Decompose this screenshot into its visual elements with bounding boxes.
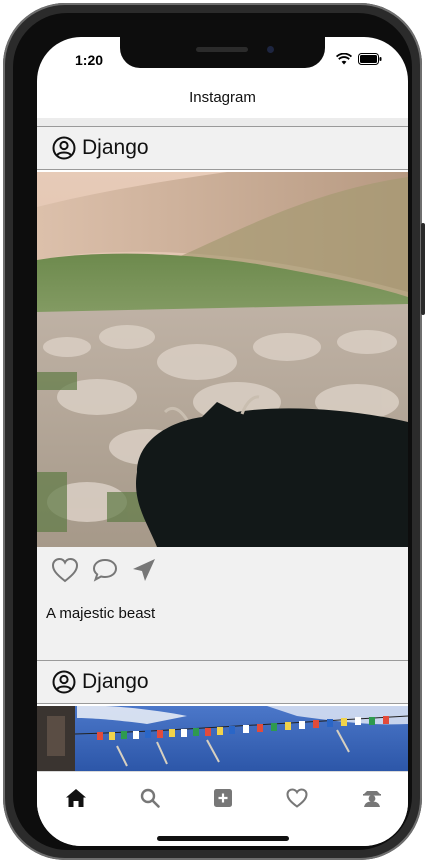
phone-bezel: 1:20 Instagram Django A majestic beast D… <box>13 13 412 850</box>
app-screen: 1:20 Instagram Django A majestic beast D… <box>37 37 408 846</box>
notch <box>120 37 325 68</box>
heart-icon[interactable] <box>51 557 79 583</box>
heart-icon[interactable] <box>285 786 309 810</box>
status-time: 1:20 <box>75 52 104 68</box>
user-circle-icon <box>52 136 76 160</box>
home-icon[interactable] <box>64 786 88 810</box>
post-actions <box>51 557 157 583</box>
post-username[interactable]: Django <box>82 670 149 694</box>
front-camera <box>267 46 274 53</box>
home-indicator <box>157 836 289 841</box>
nav-title: Instagram <box>189 89 256 106</box>
post-header[interactable]: Django <box>37 126 408 170</box>
post-username[interactable]: Django <box>82 136 149 160</box>
status-icons <box>336 53 382 65</box>
side-button-right <box>421 223 425 315</box>
post-image[interactable] <box>37 706 408 772</box>
post-image[interactable] <box>37 172 408 547</box>
search-icon[interactable] <box>138 786 162 810</box>
speaker-grill <box>196 47 248 52</box>
post-caption: A majestic beast <box>46 605 156 622</box>
user-circle-icon <box>52 670 76 694</box>
battery-icon <box>358 53 382 65</box>
post-photo <box>37 172 408 547</box>
nav-divider <box>37 118 408 126</box>
add-icon[interactable] <box>211 786 235 810</box>
post-action-bar: A majestic beast <box>37 547 408 660</box>
post-header[interactable]: Django <box>37 660 408 704</box>
send-icon[interactable] <box>131 557 157 583</box>
post-photo <box>37 706 408 772</box>
comment-icon[interactable] <box>91 557 119 583</box>
wifi-icon <box>336 53 352 65</box>
phone-frame: 1:20 Instagram Django A majestic beast D… <box>3 3 425 860</box>
tab-bar <box>37 771 408 846</box>
profile-icon[interactable] <box>360 786 384 810</box>
